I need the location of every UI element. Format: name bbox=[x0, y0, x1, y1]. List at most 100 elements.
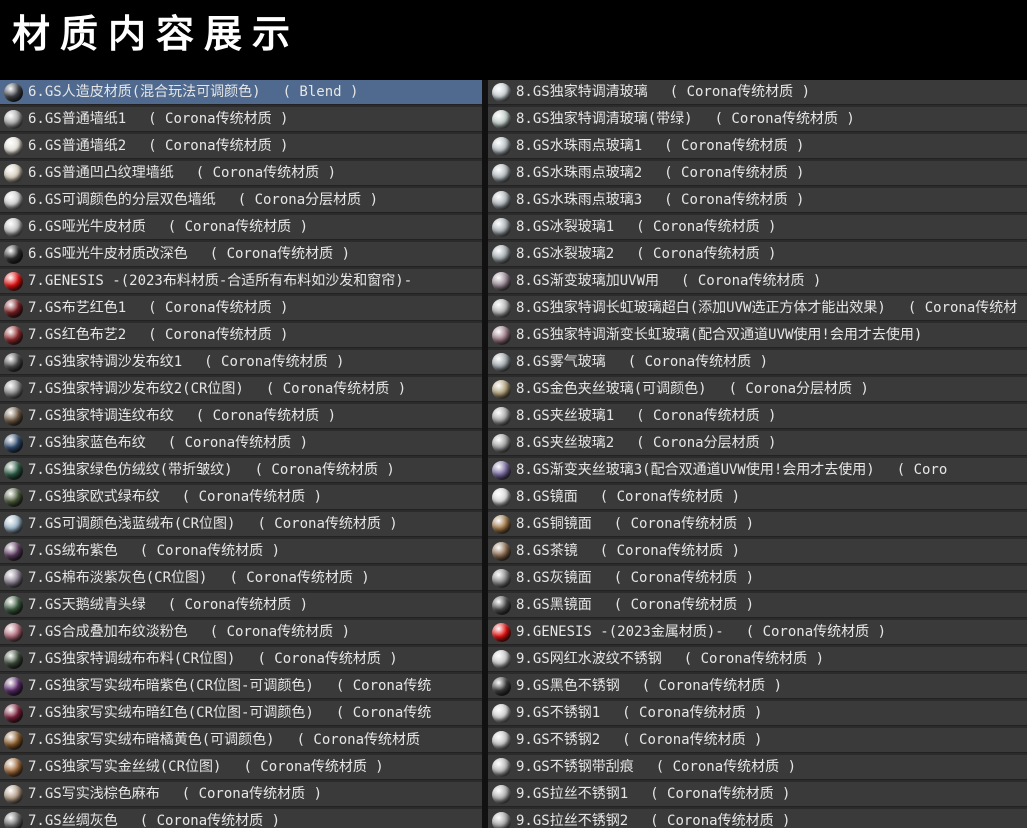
material-item[interactable]: 7.GS独家写实绒布暗紫色(CR位图-可调颜色) ( Corona传统 bbox=[0, 674, 482, 699]
metal-sphere-icon bbox=[492, 703, 511, 723]
material-item[interactable]: 6.GS人造皮材质(混合玩法可调颜色) ( Blend ) bbox=[0, 80, 482, 105]
material-type-tag: ( Corona传统材 bbox=[907, 299, 1018, 316]
material-item[interactable]: 8.GS夹丝玻璃2 ( Corona分层材质 ) bbox=[488, 431, 1027, 456]
material-item[interactable]: 6.GS普通凹凸纹理墙纸 ( Corona传统材质 ) bbox=[0, 161, 482, 186]
material-item[interactable]: 9.GS不锈钢2 ( Corona传统材质 ) bbox=[488, 728, 1027, 753]
glass-icon bbox=[492, 406, 511, 426]
sphere-icon bbox=[4, 595, 23, 615]
material-item[interactable]: 9.GS不锈钢1 ( Corona传统材质 ) bbox=[488, 701, 1027, 726]
material-type-tag: ( Corona传统材质 ) bbox=[636, 407, 777, 424]
material-name: 8.GS镜面 bbox=[516, 488, 578, 505]
material-name: 7.GS独家特调绒布布料(CR位图) bbox=[28, 650, 236, 667]
page-title: 材质内容展示 bbox=[12, 12, 301, 56]
material-item[interactable]: 8.GS铜镜面 ( Corona传统材质 ) bbox=[488, 512, 1027, 537]
material-type-tag: ( Corona传统材质 ) bbox=[257, 650, 398, 667]
material-item[interactable]: 7.GS红色布艺2 ( Corona传统材质 ) bbox=[0, 323, 482, 348]
material-type-tag: ( Corona传统材质 ) bbox=[636, 245, 777, 262]
material-item[interactable]: 7.GS独家特调绒布布料(CR位图) ( Corona传统材质 ) bbox=[0, 647, 482, 672]
material-name: 8.GS水珠雨点玻璃3 bbox=[516, 191, 643, 208]
material-item[interactable]: 9.GS网红水波纹不锈钢 ( Corona传统材质 ) bbox=[488, 647, 1027, 672]
material-name: 8.GS水珠雨点玻璃1 bbox=[516, 137, 643, 154]
sphere-icon bbox=[4, 136, 23, 156]
material-item[interactable]: 7.GS独家写实金丝绒(CR位图) ( Corona传统材质 ) bbox=[0, 755, 482, 780]
material-item[interactable]: 7.GS独家特调沙发布纹1 ( Corona传统材质 ) bbox=[0, 350, 482, 375]
material-name: 8.GS黑镜面 bbox=[516, 596, 592, 613]
material-item[interactable]: 8.GS夹丝玻璃1 ( Corona传统材质 ) bbox=[488, 404, 1027, 429]
material-type-tag: ( Corona传统材质 ) bbox=[195, 164, 337, 181]
material-list-right[interactable]: 8.GS独家特调清玻璃( Corona传统材质 ) 8.GS独家特调清玻璃(带绿)… bbox=[488, 80, 1027, 828]
material-name: 8.GS水珠雨点玻璃2 bbox=[516, 164, 643, 181]
material-name: 6.GS哑光牛皮材质改深色 bbox=[28, 245, 188, 262]
material-item[interactable]: 8.GS独家特调清玻璃(带绿) ( Corona传统材质 ) bbox=[488, 107, 1027, 132]
sphere-icon bbox=[4, 568, 23, 588]
material-item[interactable]: 8.GS水珠雨点玻璃1 ( Corona传统材质 ) bbox=[488, 134, 1027, 159]
material-item[interactable]: 7.GS合成叠加布纹淡粉色 ( Corona传统材质 ) bbox=[0, 620, 482, 645]
material-item[interactable]: 6.GS可调颜色的分层双色墙纸 ( Corona分层材质 ) bbox=[0, 188, 482, 213]
glass-icon bbox=[492, 82, 511, 102]
material-item[interactable]: 8.GS镜面 ( Corona传统材质 ) bbox=[488, 485, 1027, 510]
material-type-tag: ( Corona传统材质 ) bbox=[139, 812, 281, 828]
material-item[interactable]: 6.GS普通墙纸2 ( Corona传统材质 ) bbox=[0, 134, 482, 159]
material-item[interactable]: 7.GS绒布紫色 ( Corona传统材质 ) bbox=[0, 539, 482, 564]
material-item[interactable]: 7.GS独家写实绒布暗红色(CR位图-可调颜色) ( Corona传统 bbox=[0, 701, 482, 726]
material-type-tag: ( Coro bbox=[896, 461, 948, 478]
material-item[interactable]: 8.GS独家特调渐变长虹玻璃(配合双通道UVW使用!会用才去使用) bbox=[488, 323, 1027, 348]
material-item[interactable]: 8.GS雾气玻璃 ( Corona传统材质 ) bbox=[488, 350, 1027, 375]
material-item[interactable]: 7.GS独家欧式绿布纹 ( Corona传统材质 ) bbox=[0, 485, 482, 510]
material-item[interactable]: 9.GS拉丝不锈钢2 ( Corona传统材质 ) bbox=[488, 809, 1027, 828]
material-item[interactable]: 8.GS茶镜 ( Corona传统材质 ) bbox=[488, 539, 1027, 564]
material-item[interactable]: 8.GS金色夹丝玻璃(可调颜色) ( Corona分层材质 ) bbox=[488, 377, 1027, 402]
material-item[interactable]: 8.GS黑镜面 ( Corona传统材质 ) bbox=[488, 593, 1027, 618]
material-item[interactable]: 6.GS哑光牛皮材质 ( Corona传统材质 ) bbox=[0, 215, 482, 240]
material-name: 7.GENESIS -(2023布料材质-合适所有布料如沙发和窗帘)- bbox=[28, 272, 413, 289]
sphere-icon bbox=[4, 730, 23, 750]
material-type-tag: ( Corona传统材质 ) bbox=[204, 353, 345, 370]
material-item[interactable]: 7.GS独家蓝色布纹 ( Corona传统材质 ) bbox=[0, 431, 482, 456]
material-name: 7.GS独家写实绒布暗橘黄色(可调颜色) bbox=[28, 731, 275, 748]
material-item[interactable]: 8.GS渐变玻璃加UVW用 ( Corona传统材质 ) bbox=[488, 269, 1027, 294]
metal-sphere-icon bbox=[492, 730, 511, 750]
material-item[interactable]: 7.GS棉布淡紫灰色(CR位图) ( Corona传统材质 ) bbox=[0, 566, 482, 591]
mirror-sphere-icon bbox=[492, 487, 511, 507]
material-item[interactable]: 7.GENESIS -(2023布料材质-合适所有布料如沙发和窗帘)- bbox=[0, 269, 482, 294]
material-name: 8.GS冰裂玻璃2 bbox=[516, 245, 615, 262]
material-list-left[interactable]: 6.GS人造皮材质(混合玩法可调颜色) ( Blend ) 6.GS普通墙纸1 ( C… bbox=[0, 80, 482, 828]
material-item[interactable]: 7.GS独家特调连纹布纹 ( Corona传统材质 ) bbox=[0, 404, 482, 429]
material-item[interactable]: 7.GS天鹅绒青头绿 ( Corona传统材质 ) bbox=[0, 593, 482, 618]
material-item[interactable]: 8.GS渐变夹丝玻璃3(配合双通道UVW使用!会用才去使用) ( Coro bbox=[488, 458, 1027, 483]
material-item[interactable]: 7.GS独家写实绒布暗橘黄色(可调颜色) ( Corona传统材质 bbox=[0, 728, 482, 753]
material-type-tag: ( Corona传统 bbox=[335, 704, 432, 721]
metal-sphere-icon bbox=[492, 649, 511, 669]
material-item[interactable]: 8.GS灰镜面 ( Corona传统材质 ) bbox=[488, 566, 1027, 591]
material-item[interactable]: 7.GS写实浅棕色麻布 ( Corona传统材质 ) bbox=[0, 782, 482, 807]
material-item[interactable]: 8.GS冰裂玻璃2 ( Corona传统材质 ) bbox=[488, 242, 1027, 267]
material-item[interactable]: 7.GS布艺红色1 ( Corona传统材质 ) bbox=[0, 296, 482, 321]
material-item[interactable]: 6.GS哑光牛皮材质改深色 ( Corona传统材质 ) bbox=[0, 242, 482, 267]
material-item[interactable]: 8.GS水珠雨点玻璃2 ( Corona传统材质 ) bbox=[488, 161, 1027, 186]
material-item[interactable]: 7.GS独家绿色仿绒纹(带折皱纹) ( Corona传统材质 ) bbox=[0, 458, 482, 483]
material-type-tag: ( Corona分层材质 ) bbox=[636, 434, 777, 451]
material-name: 8.GS灰镜面 bbox=[516, 569, 592, 586]
material-item[interactable]: 6.GS普通墙纸1 ( Corona传统材质 ) bbox=[0, 107, 482, 132]
material-item[interactable]: 9.GS不锈钢带刮痕 ( Corona传统材质 ) bbox=[488, 755, 1027, 780]
material-item[interactable]: 8.GS独家特调长虹玻璃超白(添加UVW选正方体才能出效果) ( Corona传统… bbox=[488, 296, 1027, 321]
material-name: 9.GS不锈钢2 bbox=[516, 731, 601, 748]
material-item[interactable]: 9.GS黑色不锈钢 ( Corona传统材质 ) bbox=[488, 674, 1027, 699]
sphere-icon bbox=[4, 514, 23, 534]
material-type-tag: ( Corona传统材质 ) bbox=[181, 488, 323, 505]
material-item[interactable]: 8.GS冰裂玻璃1 ( Corona传统材质 ) bbox=[488, 215, 1027, 240]
material-name: 6.GS人造皮材质(混合玩法可调颜色) bbox=[28, 83, 261, 100]
sphere-icon bbox=[4, 379, 23, 399]
material-name: 7.GS独家写实金丝绒(CR位图) bbox=[28, 758, 222, 775]
material-item[interactable]: 8.GS水珠雨点玻璃3 ( Corona传统材质 ) bbox=[488, 188, 1027, 213]
material-name: 6.GS哑光牛皮材质 bbox=[28, 218, 146, 235]
material-item[interactable]: 9.GS拉丝不锈钢1 ( Corona传统材质 ) bbox=[488, 782, 1027, 807]
material-item[interactable]: 7.GS独家特调沙发布纹2(CR位图) ( Corona传统材质 ) bbox=[0, 377, 482, 402]
material-item[interactable]: 7.GS丝绸灰色 ( Corona传统材质 ) bbox=[0, 809, 482, 828]
material-item[interactable]: 7.GS可调颜色浅蓝绒布(CR位图) ( Corona传统材质 ) bbox=[0, 512, 482, 537]
material-name: 9.GS不锈钢带刮痕 bbox=[516, 758, 634, 775]
material-item[interactable]: 9.GENESIS -(2023金属材质)- ( Corona传统材质 ) bbox=[488, 620, 1027, 645]
material-name: 7.GS独家绿色仿绒纹(带折皱纹) bbox=[28, 461, 233, 478]
mirror-sphere-icon bbox=[492, 514, 511, 534]
material-item[interactable]: 8.GS独家特调清玻璃 ( Corona传统材质 ) bbox=[488, 80, 1027, 105]
